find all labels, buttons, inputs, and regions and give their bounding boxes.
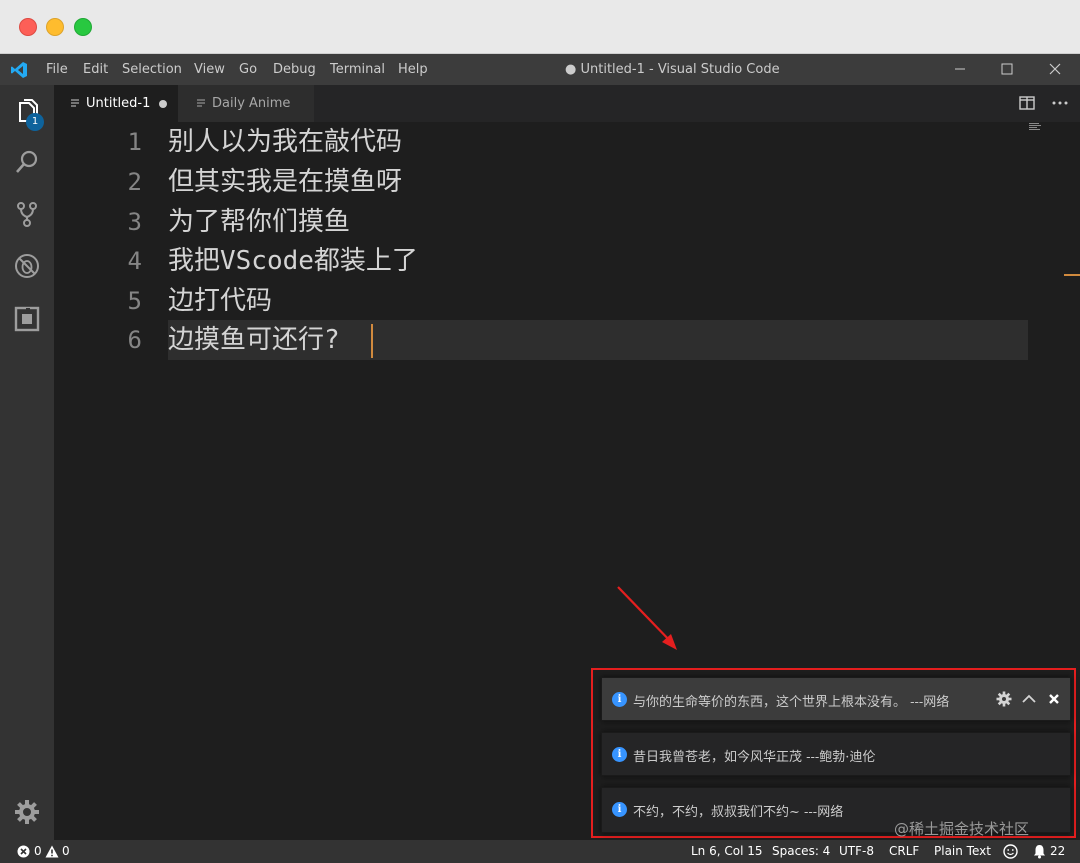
explorer-badge: 1 [26,113,44,131]
menu-terminal[interactable]: Terminal [330,62,385,77]
search-icon[interactable] [12,147,42,177]
source-control-icon[interactable] [12,199,42,229]
gear-icon[interactable] [995,690,1013,708]
file-lines-icon [71,99,79,107]
tab-label: Daily Anime [212,96,291,111]
more-actions-icon[interactable] [1052,101,1068,105]
feedback-smiley-icon[interactable] [1003,844,1018,859]
code-line[interactable]: 别人以为我在敲代码 [168,122,402,162]
menu-bar: File Edit Selection View Go Debug Termin… [0,54,1080,85]
line-number: 1 [127,128,142,156]
watermark: @稀土掘金技术社区 [894,820,1030,838]
scrollbar-cursor-marker [1064,274,1080,276]
code-line[interactable]: 边摸鱼可还行? [168,320,340,360]
close-icon[interactable] [1045,59,1065,79]
encoding[interactable]: UTF-8 [839,844,874,859]
line-number: 4 [127,247,142,275]
menu-selection[interactable]: Selection [122,62,182,77]
status-bar: 0 0 Ln 6, Col 15 Spaces: 4 UTF-8 CRLF Pl… [0,840,1080,863]
mac-minimize-button[interactable] [46,18,64,36]
annotation-arrow [617,586,677,650]
menu-go[interactable]: Go [239,62,257,77]
minimize-icon[interactable] [950,59,970,79]
maximize-icon[interactable] [997,59,1017,79]
info-icon: i [612,802,627,817]
line-number: 3 [127,208,142,236]
error-count[interactable]: 0 [34,844,42,859]
info-icon: i [612,692,627,707]
tab-bar: Untitled-1 Daily Anime [54,85,1080,122]
chevron-up-icon[interactable] [1020,690,1038,708]
unsaved-dot-icon[interactable] [159,100,167,108]
line-number: 6 [127,326,142,354]
menu-help[interactable]: Help [398,62,428,77]
info-icon: i [612,747,627,762]
menu-edit[interactable]: Edit [83,62,108,77]
menu-debug[interactable]: Debug [273,62,316,77]
bell-icon[interactable] [1033,844,1046,859]
mac-zoom-button[interactable] [74,18,92,36]
code-line[interactable]: 但其实我是在摸鱼呀 [168,162,402,202]
cursor-position[interactable]: Ln 6, Col 15 [691,844,763,859]
notification-toast[interactable]: i 与你的生命等价的东西，这个世界上根本没有。 ---网络 [601,677,1071,721]
language-mode[interactable]: Plain Text [934,844,991,859]
line-number: 5 [127,287,142,315]
line-number: 2 [127,168,142,196]
notification-toast[interactable]: i 昔日我曾苍老，如今风华正茂 ---鲍勃·迪伦 [601,732,1071,776]
mac-title-bar [0,0,1080,54]
notification-message: 昔日我曾苍老，如今风华正茂 ---鲍勃·迪伦 [633,750,876,765]
debug-icon[interactable] [12,251,42,281]
file-lines-icon [197,99,205,107]
warning-icon[interactable] [45,845,59,858]
mac-close-button[interactable] [19,18,37,36]
extensions-icon[interactable] [12,304,42,334]
settings-gear-icon[interactable] [12,797,42,827]
vscode-window: File Edit Selection View Go Debug Termin… [0,0,1080,863]
menu-view[interactable]: View [194,62,225,77]
activity-bar [0,85,54,840]
text-cursor [371,324,373,358]
notification-message: 与你的生命等价的东西，这个世界上根本没有。 ---网络 [633,695,950,710]
tab-daily-anime[interactable]: Daily Anime [178,85,314,122]
indentation[interactable]: Spaces: 4 [772,844,830,859]
tab-untitled-1[interactable]: Untitled-1 [54,85,178,122]
window-title: ● Untitled-1 - Visual Studio Code [565,62,780,77]
line-ending[interactable]: CRLF [889,844,919,859]
notification-message: 不约，不约，叔叔我们不约~ ---网络 [633,805,844,820]
vscode-logo-icon [11,62,27,78]
code-line[interactable]: 边打代码 [168,281,272,321]
close-icon[interactable] [1045,690,1063,708]
warning-count[interactable]: 0 [62,844,70,859]
code-line[interactable]: 为了帮你们摸鱼 [168,202,350,242]
code-line[interactable]: 我把VScode都装上了 [168,241,418,281]
error-icon[interactable] [17,845,30,858]
minimap-icon[interactable] [1028,122,1042,130]
menu-file[interactable]: File [46,62,68,77]
split-editor-icon[interactable] [1019,96,1035,110]
notifications-count[interactable]: 22 [1050,844,1065,859]
tab-label: Untitled-1 [86,96,151,111]
